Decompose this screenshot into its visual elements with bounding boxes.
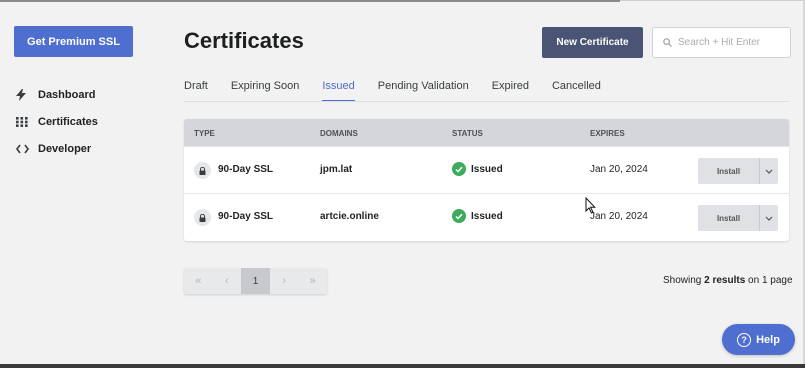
- certificate-type: 90-Day SSL: [218, 164, 274, 175]
- column-header-expires: EXPIRES: [590, 129, 625, 138]
- sidebar-nav: Dashboard Certificates Developer: [16, 81, 98, 162]
- sidebar-item-label: Dashboard: [38, 88, 96, 101]
- sidebar-item-dashboard[interactable]: Dashboard: [16, 81, 98, 108]
- prev-page-button[interactable]: ‹: [213, 268, 242, 294]
- install-button[interactable]: Install: [698, 158, 759, 184]
- table-row[interactable]: 90-Day SSL jpm.lat Issued Jan 20, 2024 I…: [184, 146, 789, 193]
- grid-icon: [16, 116, 38, 127]
- first-page-button[interactable]: «: [184, 268, 213, 294]
- certificate-domain[interactable]: jpm.lat: [320, 164, 352, 175]
- sidebar-item-label: Developer: [38, 142, 92, 155]
- tabs-divider: [184, 101, 789, 102]
- lock-icon: [194, 209, 211, 226]
- search-input[interactable]: [678, 37, 788, 48]
- status-badge: Issued: [452, 209, 503, 223]
- install-dropdown-toggle[interactable]: [759, 205, 778, 231]
- install-dropdown-toggle[interactable]: [759, 158, 778, 184]
- column-header-status: STATUS: [452, 129, 483, 138]
- top-border-dark: [0, 0, 620, 2]
- tab-cancelled[interactable]: Cancelled: [552, 80, 601, 102]
- results-count: 2 results: [704, 275, 746, 286]
- new-certificate-button[interactable]: New Certificate: [542, 27, 643, 58]
- column-header-type: TYPE: [194, 129, 215, 138]
- certificate-type: 90-Day SSL: [218, 211, 274, 222]
- status-label: Issued: [471, 163, 503, 175]
- lock-icon: [194, 162, 211, 179]
- results-summary: Showing 2 results on 1 page: [663, 275, 793, 286]
- mouse-cursor-icon: [585, 196, 596, 219]
- tab-issued[interactable]: Issued: [322, 80, 356, 102]
- check-circle-icon: [452, 162, 466, 176]
- install-button[interactable]: Install: [698, 205, 759, 231]
- code-icon: [16, 144, 38, 154]
- next-page-button[interactable]: ›: [270, 268, 299, 294]
- tab-draft[interactable]: Draft: [184, 80, 208, 102]
- expires-date: Jan 20, 2024: [590, 211, 648, 222]
- sidebar-item-certificates[interactable]: Certificates: [16, 108, 98, 135]
- help-button[interactable]: ? Help: [722, 324, 795, 355]
- help-label: Help: [756, 333, 780, 346]
- status-label: Issued: [471, 210, 503, 222]
- certificates-table: TYPE DOMAINS STATUS EXPIRES 90-Day SSL j…: [184, 119, 789, 241]
- status-badge: Issued: [452, 162, 503, 176]
- get-premium-ssl-button[interactable]: Get Premium SSL: [14, 26, 133, 57]
- column-header-domains: DOMAINS: [320, 129, 358, 138]
- search-box[interactable]: [652, 27, 791, 58]
- search-icon: [663, 34, 672, 52]
- bolt-icon: [16, 88, 38, 101]
- table-header: TYPE DOMAINS STATUS EXPIRES: [184, 119, 789, 146]
- page-title: Certificates: [184, 28, 304, 53]
- tab-pending-validation[interactable]: Pending Validation: [378, 80, 469, 102]
- table-row[interactable]: 90-Day SSL artcie.online Issued Jan 20, …: [184, 193, 789, 240]
- chevron-down-icon: [765, 166, 773, 177]
- tab-expiring-soon[interactable]: Expiring Soon: [231, 80, 300, 102]
- certificate-domain[interactable]: artcie.online: [320, 211, 379, 222]
- tab-expired[interactable]: Expired: [492, 80, 529, 102]
- results-suffix: on 1 page: [745, 275, 793, 286]
- results-prefix: Showing: [663, 275, 705, 286]
- expires-date: Jan 20, 2024: [590, 164, 648, 175]
- status-tabs: Draft Expiring Soon Issued Pending Valid…: [184, 80, 624, 102]
- pagination: « ‹ 1 › »: [184, 268, 327, 294]
- check-circle-icon: [452, 209, 466, 223]
- last-page-button[interactable]: »: [298, 268, 327, 294]
- current-page-button[interactable]: 1: [241, 268, 270, 294]
- sidebar-item-label: Certificates: [38, 115, 98, 128]
- question-circle-icon: ?: [737, 332, 752, 347]
- sidebar-item-developer[interactable]: Developer: [16, 135, 98, 162]
- chevron-down-icon: [765, 213, 773, 224]
- bottom-border: [0, 364, 805, 368]
